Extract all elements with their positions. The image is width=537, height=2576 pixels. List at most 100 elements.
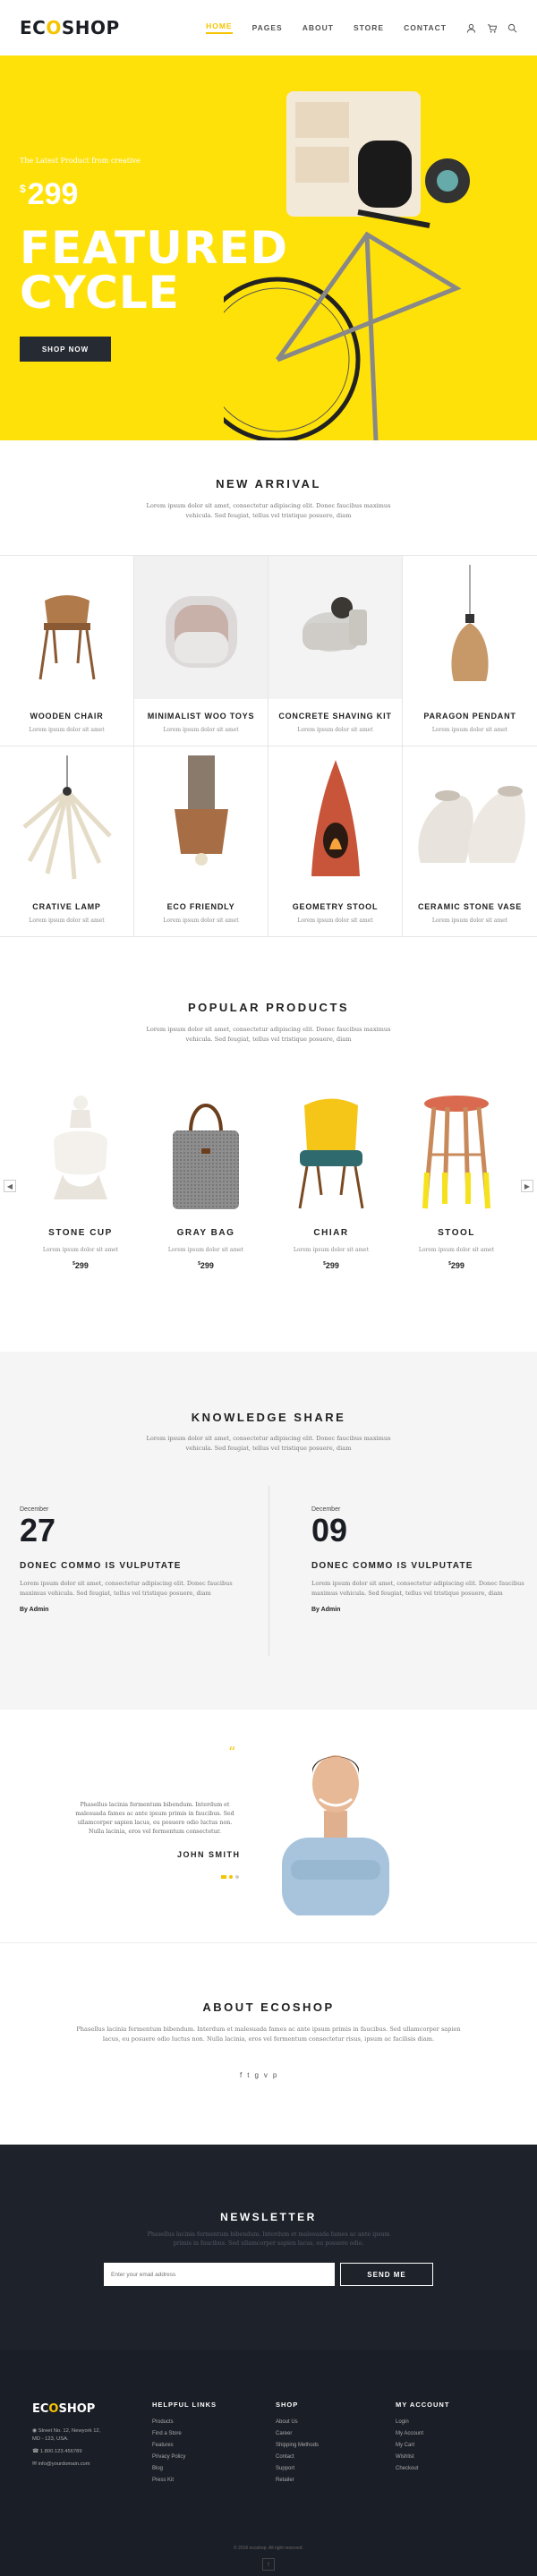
product-name: GEOMETRY STOOL [292, 902, 379, 911]
carousel-next-button[interactable]: ▶ [521, 1180, 533, 1192]
testimonial-quote: Phasellus lacinia fermentum bibendum. In… [75, 1802, 234, 1835]
popular-product-card[interactable]: CHIAR Lorem ipsum dolor sit amet $299 [277, 1083, 385, 1270]
footer-link[interactable]: Support [276, 2466, 319, 2471]
post-day: 27 [20, 1512, 56, 1548]
product-card[interactable]: ECO FRIENDLY Lorem ipsum dolor sit amet [134, 746, 268, 936]
footer-link[interactable]: About Us [276, 2419, 319, 2425]
search-icon[interactable] [507, 23, 517, 33]
post-title[interactable]: DONEC COMMO IS VULPUTATE [20, 1561, 243, 1571]
footer-link[interactable]: My Cart [396, 2443, 449, 2448]
vimeo-icon[interactable]: v [264, 2071, 268, 2079]
about-title: ABOUT ECOSHOP [202, 2000, 335, 2014]
footer-link[interactable]: Career [276, 2431, 319, 2436]
email[interactable]: info@yourdomain.com [38, 2461, 90, 2467]
testimonial-author: JOHN SMITH [177, 1850, 241, 1859]
dot[interactable] [235, 1875, 239, 1879]
price-value: 299 [450, 1261, 465, 1270]
new-arrival-title: NEW ARRIVAL [216, 477, 321, 490]
footer-col-shop: SHOP About Us Career Shipping Methods Co… [276, 2401, 319, 2483]
product-name: STONE CUP [48, 1228, 113, 1238]
blog-post[interactable]: December 27 DONEC COMMO IS VULPUTATE Lor… [20, 1506, 243, 1613]
carousel-prev-button[interactable]: ◀ [4, 1180, 16, 1192]
footer-link[interactable]: My Account [396, 2431, 449, 2436]
nav-about[interactable]: ABOUT [303, 23, 334, 32]
post-day: 09 [311, 1512, 348, 1548]
main-nav: HOME PAGES ABOUT STORE CONTACT [206, 21, 447, 34]
geometry-stool-image [268, 746, 402, 890]
product-desc: Lorem ipsum dolor sit amet [431, 727, 508, 733]
hero-banner: The Latest Product from creative $299 FE… [0, 55, 537, 440]
minimalist-toys-image [134, 556, 268, 699]
footer-link[interactable]: Blog [152, 2466, 217, 2471]
nav-pages[interactable]: PAGES [252, 23, 283, 32]
google-plus-icon[interactable]: g [254, 2071, 258, 2079]
footer-link[interactable]: Login [396, 2419, 449, 2425]
product-name: WOODEN CHAIR [30, 712, 104, 721]
newsletter-section: NEWSLETTER Phasellus lacinia fermentum b… [0, 2145, 537, 2350]
footer-link[interactable]: Shipping Methods [276, 2443, 319, 2448]
dot-active[interactable] [221, 1875, 226, 1879]
footer-link[interactable]: Press Kit [152, 2478, 217, 2483]
divider [268, 1486, 269, 1656]
logo[interactable]: ECOSHOP [20, 17, 120, 38]
nav-home[interactable]: HOME [206, 21, 233, 34]
product-card[interactable]: GEOMETRY STOOL Lorem ipsum dolor sit ame… [268, 746, 403, 936]
phone: 1.800.123.456789 [39, 2449, 82, 2454]
footer-link[interactable]: Find a Store [152, 2431, 217, 2436]
gray-bag-image [152, 1083, 260, 1217]
twitter-icon[interactable]: t [247, 2071, 249, 2079]
cart-icon[interactable] [487, 23, 497, 33]
product-name: CERAMIC STONE VASE [417, 902, 523, 911]
footer-link[interactable]: Retailer [276, 2478, 319, 2483]
blog-post[interactable]: December 09 DONEC COMMO IS VULPUTATE Lor… [311, 1506, 535, 1613]
price-value: 299 [325, 1261, 339, 1270]
logo-part: EC [32, 2402, 49, 2416]
product-desc: Lorem ipsum dolor sit amet [418, 1247, 495, 1253]
email-input[interactable] [104, 2263, 335, 2286]
product-card[interactable]: PARAGON PENDANT Lorem ipsum dolor sit am… [403, 556, 537, 746]
send-me-button[interactable]: SEND ME [340, 2263, 433, 2286]
footer-link[interactable]: Contact [276, 2454, 319, 2460]
footer-logo[interactable]: ECOSHOP [32, 2402, 95, 2416]
product-desc: Lorem ipsum dolor sit amet [167, 1247, 244, 1253]
nav-store[interactable]: STORE [354, 23, 384, 32]
product-desc: Lorem ipsum dolor sit amet [297, 917, 373, 924]
dot[interactable] [229, 1875, 233, 1879]
facebook-icon[interactable]: f [240, 2071, 242, 2079]
about-section: ABOUT ECOSHOP Phasellus lacinia fermentu… [0, 1942, 537, 2145]
product-card[interactable]: CRATIVE LAMP Lorem ipsum dolor sit amet [0, 746, 134, 936]
site-footer: ECOSHOP ◉ Street No. 12, Newyork 12, MD … [0, 2350, 537, 2576]
post-excerpt: Lorem ipsum dolor sit amet, consectetur … [311, 1580, 524, 1597]
popular-product-card[interactable]: STONE CUP Lorem ipsum dolor sit amet $29… [27, 1083, 134, 1270]
post-title[interactable]: DONEC COMMO IS VULPUTATE [311, 1561, 535, 1571]
popular-products-desc: Lorem ipsum dolor sit amet, consectetur … [146, 1026, 391, 1043]
product-card[interactable]: CERAMIC STONE VASE Lorem ipsum dolor sit… [403, 746, 537, 936]
product-desc: Lorem ipsum dolor sit amet [29, 727, 105, 733]
product-desc: Lorem ipsum dolor sit amet [163, 727, 239, 733]
product-card[interactable]: CONCRETE SHAVING KIT Lorem ipsum dolor s… [268, 556, 403, 746]
email-line: ✉ info@yourdomain.com [32, 2461, 100, 2469]
pinterest-icon[interactable]: p [273, 2071, 277, 2079]
shop-now-button[interactable]: SHOP NOW [20, 337, 111, 362]
footer-link[interactable]: Privacy Policy [152, 2454, 217, 2460]
product-desc: Lorem ipsum dolor sit amet [42, 1247, 119, 1253]
product-price: $299 [277, 1261, 385, 1270]
back-to-top-button[interactable]: ↑ [262, 2558, 275, 2571]
footer-link[interactable]: Products [152, 2419, 217, 2425]
user-icon[interactable] [466, 23, 476, 33]
logo-part: SHOP [58, 2402, 96, 2416]
footer-link[interactable]: Features [152, 2443, 217, 2448]
phone-line: ☎ 1.800.123.456789 [32, 2448, 100, 2456]
popular-product-card[interactable]: STOOL Lorem ipsum dolor sit amet $299 [403, 1083, 510, 1270]
footer-link[interactable]: Checkout [396, 2466, 449, 2471]
nav-contact[interactable]: CONTACT [404, 23, 447, 32]
product-card[interactable]: WOODEN CHAIR Lorem ipsum dolor sit amet [0, 556, 134, 746]
testimonial-photo [282, 1755, 389, 1915]
newsletter-desc: Phasellus lacinia fermentum bibendum. In… [147, 2231, 390, 2247]
product-name: CONCRETE SHAVING KIT [278, 712, 392, 721]
product-card[interactable]: MINIMALIST WOO TOYS Lorem ipsum dolor si… [134, 556, 268, 746]
site-header: ECOSHOP HOME PAGES ABOUT STORE CONTACT [0, 0, 537, 55]
popular-product-card[interactable]: GRAY BAG Lorem ipsum dolor sit amet $299 [152, 1083, 260, 1270]
footer-link[interactable]: Wishlist [396, 2454, 449, 2460]
new-arrival-desc: Lorem ipsum dolor sit amet, consectetur … [146, 502, 391, 519]
